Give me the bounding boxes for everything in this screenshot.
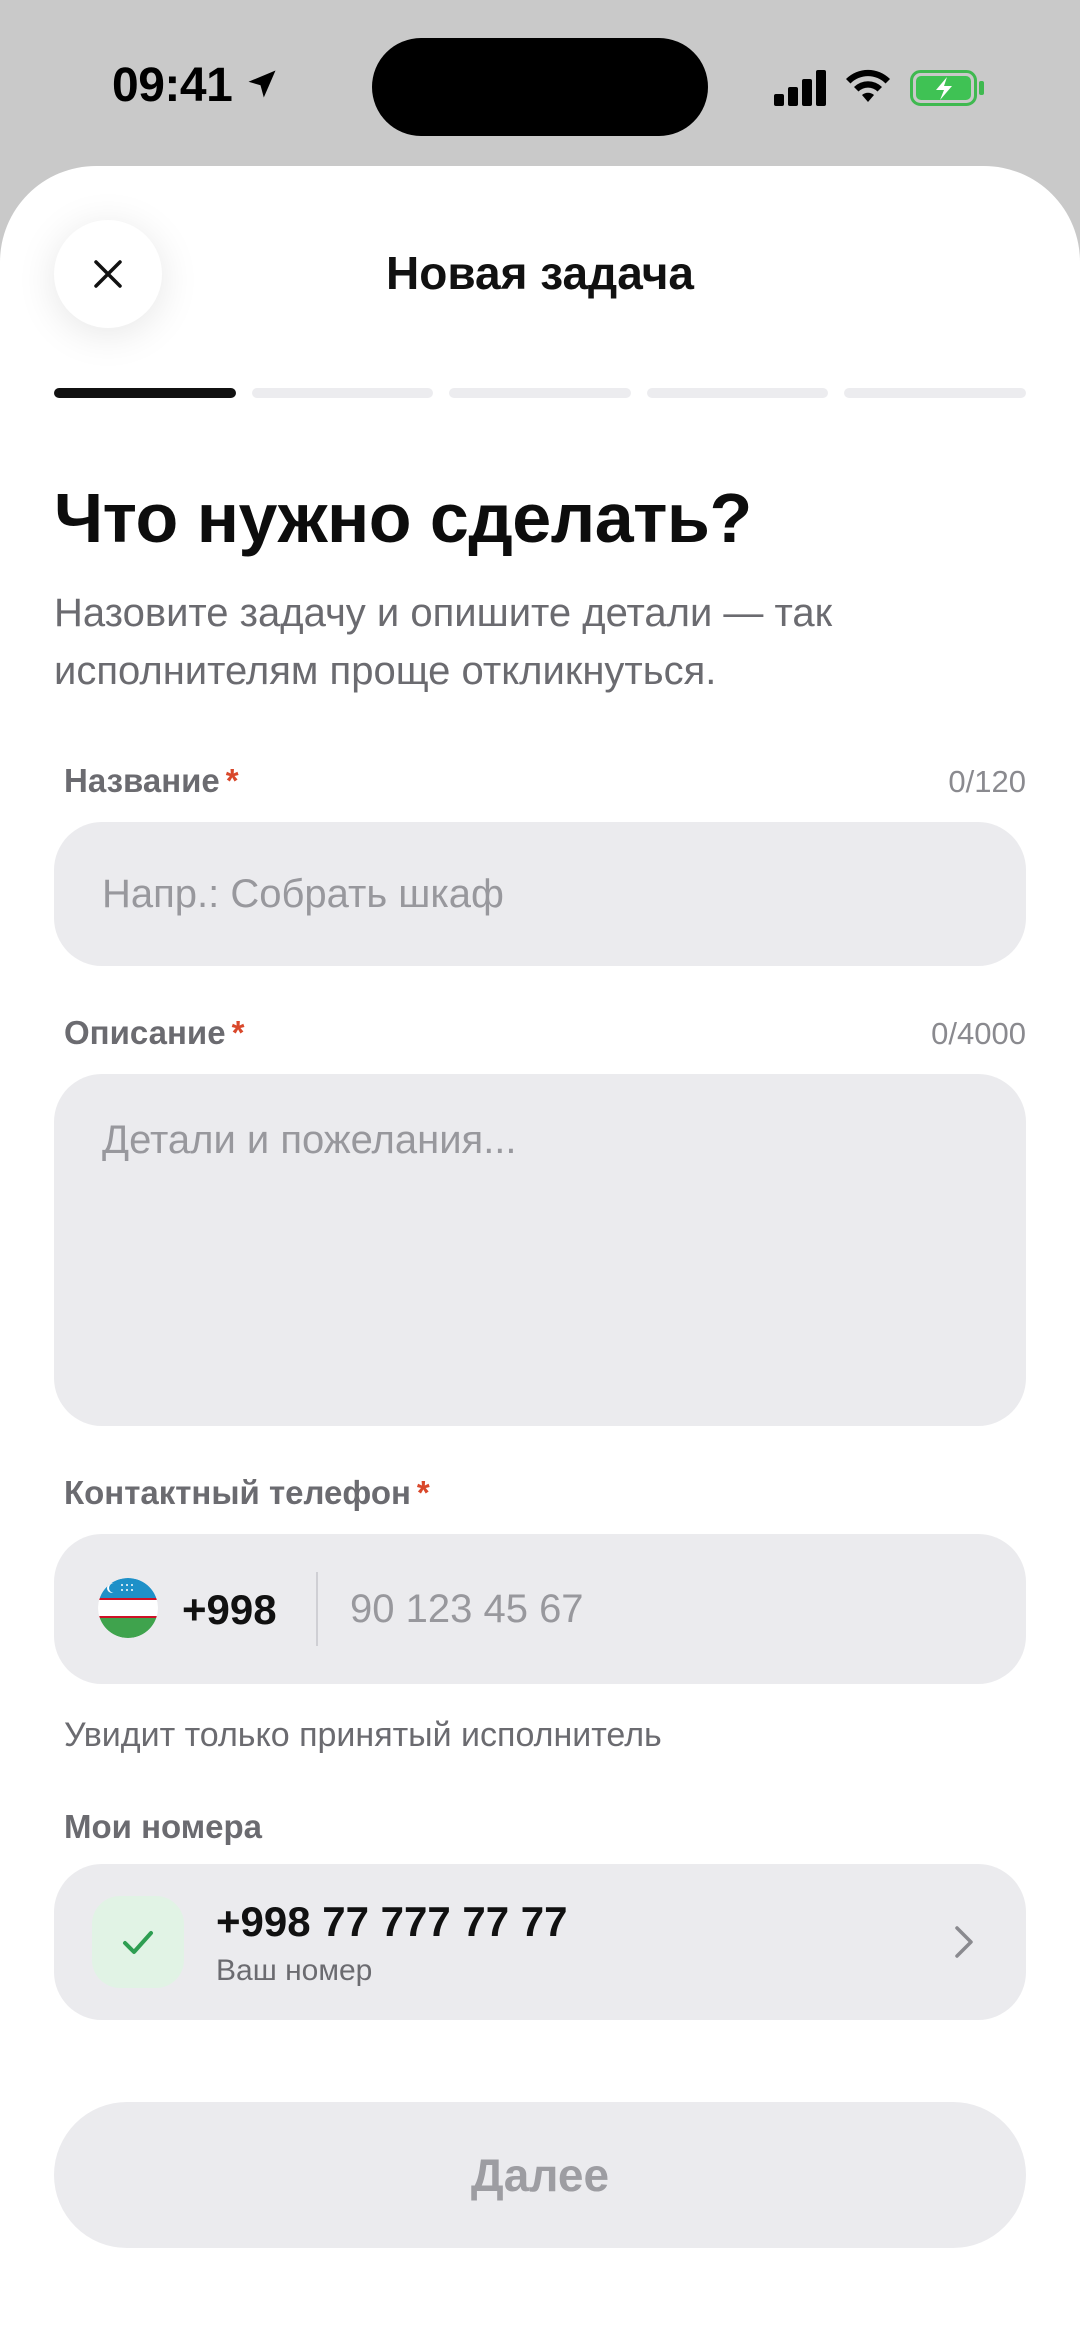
next-button[interactable]: Далее: [54, 2102, 1026, 2248]
phone-label-text: Контактный телефон: [64, 1474, 411, 1511]
name-input[interactable]: [54, 822, 1026, 966]
name-label: Название *: [64, 762, 239, 800]
status-bar: 09:41: [0, 0, 1080, 170]
battery-charging-icon: [910, 70, 984, 106]
saved-number: +998 77 777 77 77: [216, 1898, 568, 1945]
country-code[interactable]: +998: [182, 1586, 277, 1634]
description-label-text: Описание: [64, 1014, 226, 1051]
progress-segment-1: [54, 388, 236, 398]
description-field[interactable]: [54, 1074, 1026, 1426]
progress-segment-5: [844, 388, 1026, 398]
location-arrow-icon: [248, 70, 276, 98]
chevron-right-icon: [955, 1926, 973, 1958]
saved-number-caption: Ваш номер: [216, 1954, 373, 1987]
description-input[interactable]: [54, 1074, 1026, 1426]
required-mark: *: [416, 1474, 430, 1511]
wifi-icon: [846, 69, 890, 102]
phone-divider: [316, 1572, 318, 1646]
uzbekistan-flag-icon[interactable]: [98, 1578, 158, 1638]
progress-segment-4: [646, 388, 829, 398]
sheet-title: Новая задача: [386, 247, 694, 299]
check-icon: [123, 1931, 153, 1954]
progress-segment-2: [251, 388, 434, 398]
my-numbers-label: Мои номера: [64, 1808, 263, 1845]
required-mark: *: [225, 762, 239, 799]
phone-input[interactable]: [350, 1534, 1080, 1684]
name-label-text: Название: [64, 762, 220, 799]
phone-label: Контактный телефон *: [64, 1474, 430, 1512]
phone-hint: Увидит только принятый исполнитель: [64, 1716, 662, 1754]
page-heading: Что нужно сделать?: [54, 479, 752, 557]
description-label: Описание *: [64, 1014, 244, 1052]
page-subtitle: Назовите задачу и опишите детали — так и…: [54, 591, 833, 693]
phone-field[interactable]: +998: [54, 1534, 1080, 1684]
new-task-sheet: Новая задача Что нужно сделать? Назовите…: [0, 166, 1080, 2348]
saved-number-item[interactable]: +998 77 777 77 77 Ваш номер: [54, 1864, 1026, 2020]
dynamic-island: [372, 38, 708, 136]
name-counter: 0/120: [948, 764, 1026, 799]
name-field[interactable]: [54, 822, 1026, 966]
required-mark: *: [231, 1014, 245, 1051]
cellular-signal-icon: [774, 70, 826, 106]
status-time: 09:41: [112, 59, 233, 112]
step-progress: [54, 388, 1026, 398]
selected-indicator: [92, 1896, 184, 1988]
description-counter: 0/4000: [931, 1016, 1026, 1051]
progress-segment-3: [449, 388, 631, 398]
